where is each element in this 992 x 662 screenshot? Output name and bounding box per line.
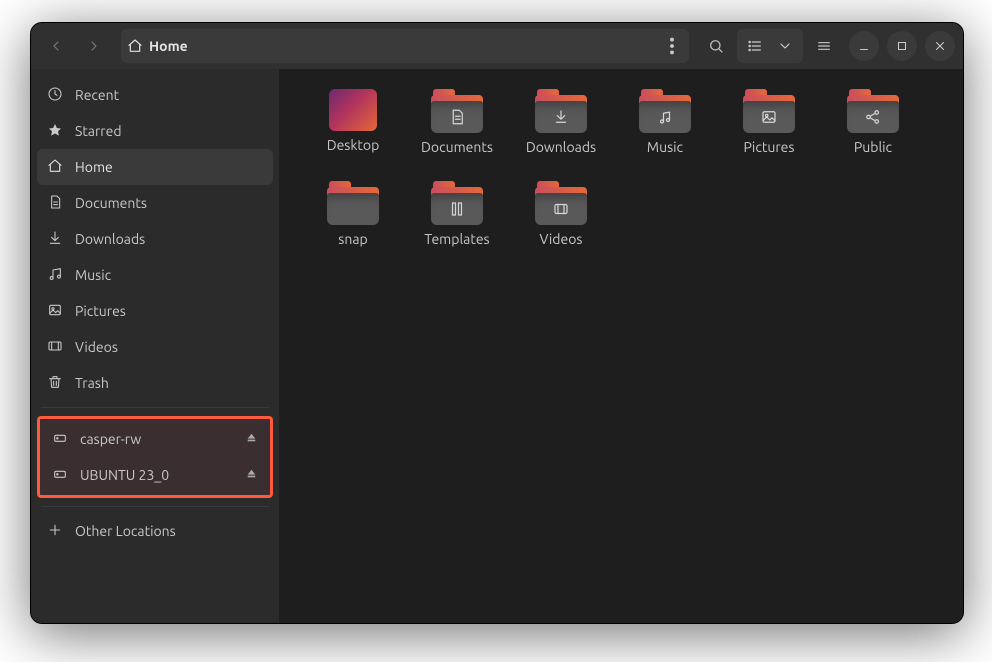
trash-icon — [47, 374, 63, 393]
sidebar-mount-ubuntu[interactable]: UBUNTU 23_0 — [42, 457, 268, 493]
maximize-button[interactable] — [887, 31, 917, 61]
home-icon — [127, 38, 143, 54]
sidebar-item-pictures[interactable]: Pictures — [37, 293, 273, 329]
folder-icon — [431, 89, 483, 133]
file-manager-window: Home — [30, 22, 964, 624]
picture-icon — [47, 302, 63, 321]
file-label: Desktop — [327, 137, 380, 153]
minimize-icon — [857, 39, 871, 53]
search-button[interactable] — [699, 29, 733, 63]
folder-icon — [535, 181, 587, 225]
clock-icon — [47, 86, 63, 105]
sidebar-item-label: Pictures — [75, 303, 126, 319]
sidebar-item-trash[interactable]: Trash — [37, 365, 273, 401]
file-item[interactable]: Downloads — [511, 89, 611, 155]
folder-icon — [535, 89, 587, 133]
sidebar-separator — [41, 407, 269, 408]
path-segment-home[interactable]: Home — [127, 38, 188, 54]
sidebar-item-label: casper-rw — [80, 431, 141, 447]
sidebar-item-label: Recent — [75, 87, 119, 103]
search-icon — [708, 38, 724, 54]
places-sidebar: Recent Starred Home Documents Downloads … — [31, 69, 279, 623]
chevron-down-icon — [777, 38, 793, 54]
document-icon — [47, 194, 63, 213]
star-icon — [47, 122, 63, 141]
sidebar-item-label: Starred — [75, 123, 122, 139]
file-item[interactable]: Desktop — [303, 89, 403, 155]
drive-icon — [52, 430, 68, 449]
folder-icon — [639, 89, 691, 133]
minimize-button[interactable] — [849, 31, 879, 61]
file-item[interactable]: Templates — [407, 181, 507, 247]
sidebar-item-label: Home — [75, 159, 113, 175]
file-item[interactable]: Pictures — [719, 89, 819, 155]
video-icon — [47, 338, 63, 357]
sidebar-item-label: Music — [75, 267, 111, 283]
list-view-button[interactable] — [741, 32, 769, 60]
forward-button[interactable] — [77, 29, 111, 63]
sidebar-item-label: Downloads — [75, 231, 145, 247]
folder-icon — [847, 89, 899, 133]
close-icon — [933, 39, 947, 53]
music-icon — [47, 266, 63, 285]
file-label: Documents — [421, 139, 493, 155]
hamburger-menu-button[interactable] — [807, 29, 841, 63]
list-icon — [747, 38, 763, 54]
sidebar-item-documents[interactable]: Documents — [37, 185, 273, 221]
file-item[interactable]: Public — [823, 89, 923, 155]
file-item[interactable]: snap — [303, 181, 403, 247]
eject-button[interactable] — [245, 431, 258, 447]
download-icon — [47, 230, 63, 249]
sidebar-item-label: Other Locations — [75, 523, 176, 539]
sidebar-item-label: Trash — [75, 375, 109, 391]
folder-icon — [743, 89, 795, 133]
hamburger-icon — [816, 38, 832, 54]
sidebar-item-downloads[interactable]: Downloads — [37, 221, 273, 257]
chevron-right-icon — [86, 38, 102, 54]
plus-icon — [47, 522, 63, 541]
view-switcher — [737, 29, 803, 63]
folder-icon — [327, 181, 379, 225]
sidebar-item-starred[interactable]: Starred — [37, 113, 273, 149]
file-label: snap — [338, 231, 367, 247]
view-options-button[interactable] — [771, 32, 799, 60]
file-label: Public — [854, 139, 892, 155]
kebab-icon — [661, 35, 683, 57]
file-label: Music — [647, 139, 683, 155]
sidebar-separator — [41, 506, 269, 507]
eject-button[interactable] — [245, 467, 258, 483]
mounts-highlight-annotation: casper-rw UBUNTU 23_0 — [37, 416, 273, 498]
sidebar-item-recent[interactable]: Recent — [37, 77, 273, 113]
headerbar: Home — [31, 23, 963, 69]
close-button[interactable] — [925, 31, 955, 61]
sidebar-item-label: UBUNTU 23_0 — [80, 467, 169, 483]
back-button[interactable] — [39, 29, 73, 63]
home-icon — [47, 158, 63, 177]
sidebar-item-videos[interactable]: Videos — [37, 329, 273, 365]
path-bar[interactable]: Home — [121, 29, 689, 63]
file-label: Videos — [540, 231, 583, 247]
file-item[interactable]: Documents — [407, 89, 507, 155]
sidebar-item-other-locations[interactable]: Other Locations — [37, 513, 273, 549]
pathbar-menu-button[interactable] — [661, 35, 683, 57]
sidebar-item-label: Documents — [75, 195, 147, 211]
chevron-left-icon — [48, 38, 64, 54]
folder-icon — [431, 181, 483, 225]
file-label: Templates — [424, 231, 489, 247]
file-item[interactable]: Videos — [511, 181, 611, 247]
file-grid-view[interactable]: Desktop Documents Downloads Music Pictur… — [279, 69, 963, 623]
drive-icon — [52, 466, 68, 485]
file-label: Pictures — [744, 139, 795, 155]
file-label: Downloads — [526, 139, 596, 155]
sidebar-item-home[interactable]: Home — [37, 149, 273, 185]
sidebar-item-music[interactable]: Music — [37, 257, 273, 293]
sidebar-item-label: Videos — [75, 339, 118, 355]
maximize-icon — [895, 39, 909, 53]
path-segment-label: Home — [149, 38, 188, 54]
desktop-icon — [329, 89, 377, 131]
file-item[interactable]: Music — [615, 89, 715, 155]
sidebar-mount-casper-rw[interactable]: casper-rw — [42, 421, 268, 457]
